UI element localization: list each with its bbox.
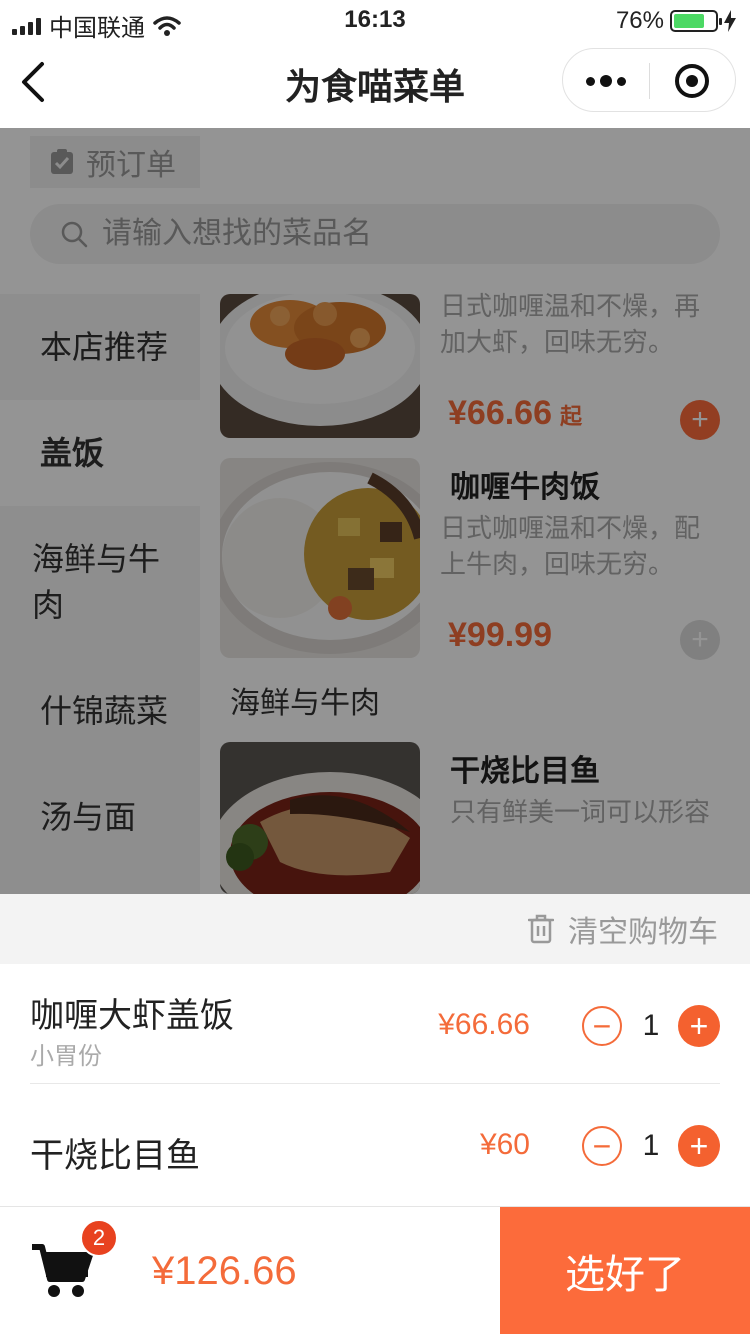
cart-item: 咖喱大虾盖饭 小胃份 ¥66.66 − 1 + bbox=[30, 964, 720, 1084]
battery-icon bbox=[670, 10, 722, 32]
cart-item-name: 咖喱大虾盖饭 bbox=[30, 997, 234, 1035]
cart-item-price: ¥60 bbox=[479, 1128, 530, 1161]
cart-total: ¥126.66 bbox=[152, 1249, 297, 1293]
checkout-bar: 2 ¥126.66 选好了 bbox=[0, 1206, 750, 1334]
more-icon bbox=[586, 76, 595, 86]
clear-cart-button[interactable]: 清空购物车 bbox=[0, 894, 750, 964]
more-button[interactable] bbox=[563, 49, 649, 113]
cart-item: 干烧比目鱼 ¥60 − 1 + bbox=[30, 1084, 720, 1204]
checkout-button[interactable]: 选好了 bbox=[500, 1207, 750, 1334]
cart-item-name: 干烧比目鱼 bbox=[30, 1137, 200, 1175]
more-icon-dot bbox=[617, 76, 626, 86]
status-bar: 中国联通 16:13 76% bbox=[0, 0, 750, 42]
cart-panel: 清空购物车 咖喱大虾盖饭 小胃份 ¥66.66 − 1 + 干烧比目鱼 ¥60 … bbox=[0, 894, 750, 1206]
close-target-icon bbox=[675, 64, 709, 98]
cart-count-badge: 2 bbox=[80, 1219, 118, 1257]
cart-item-qty: 1 bbox=[642, 1009, 660, 1042]
battery-percent: 76% bbox=[615, 7, 664, 34]
clear-cart-label: 清空购物车 bbox=[568, 916, 718, 949]
cart-item-spec: 小胃份 bbox=[30, 1043, 102, 1070]
mini-program-capsule bbox=[562, 48, 736, 112]
cart-item-qty: 1 bbox=[642, 1129, 660, 1162]
trash-icon bbox=[528, 914, 554, 944]
decrease-qty-button[interactable]: − bbox=[582, 1006, 622, 1046]
battery-fill bbox=[674, 14, 705, 28]
close-target-button[interactable] bbox=[649, 49, 735, 113]
charging-icon bbox=[724, 10, 736, 32]
increase-qty-button[interactable]: + bbox=[678, 1125, 720, 1167]
more-icon-dot bbox=[600, 75, 612, 87]
nav-bar: 为食喵菜单 bbox=[0, 40, 750, 128]
cart-item-price: ¥66.66 bbox=[438, 1008, 530, 1041]
decrease-qty-button[interactable]: − bbox=[582, 1126, 622, 1166]
increase-qty-button[interactable]: + bbox=[678, 1005, 720, 1047]
overlay-mask[interactable] bbox=[0, 128, 750, 894]
status-right: 76% bbox=[616, 7, 736, 35]
